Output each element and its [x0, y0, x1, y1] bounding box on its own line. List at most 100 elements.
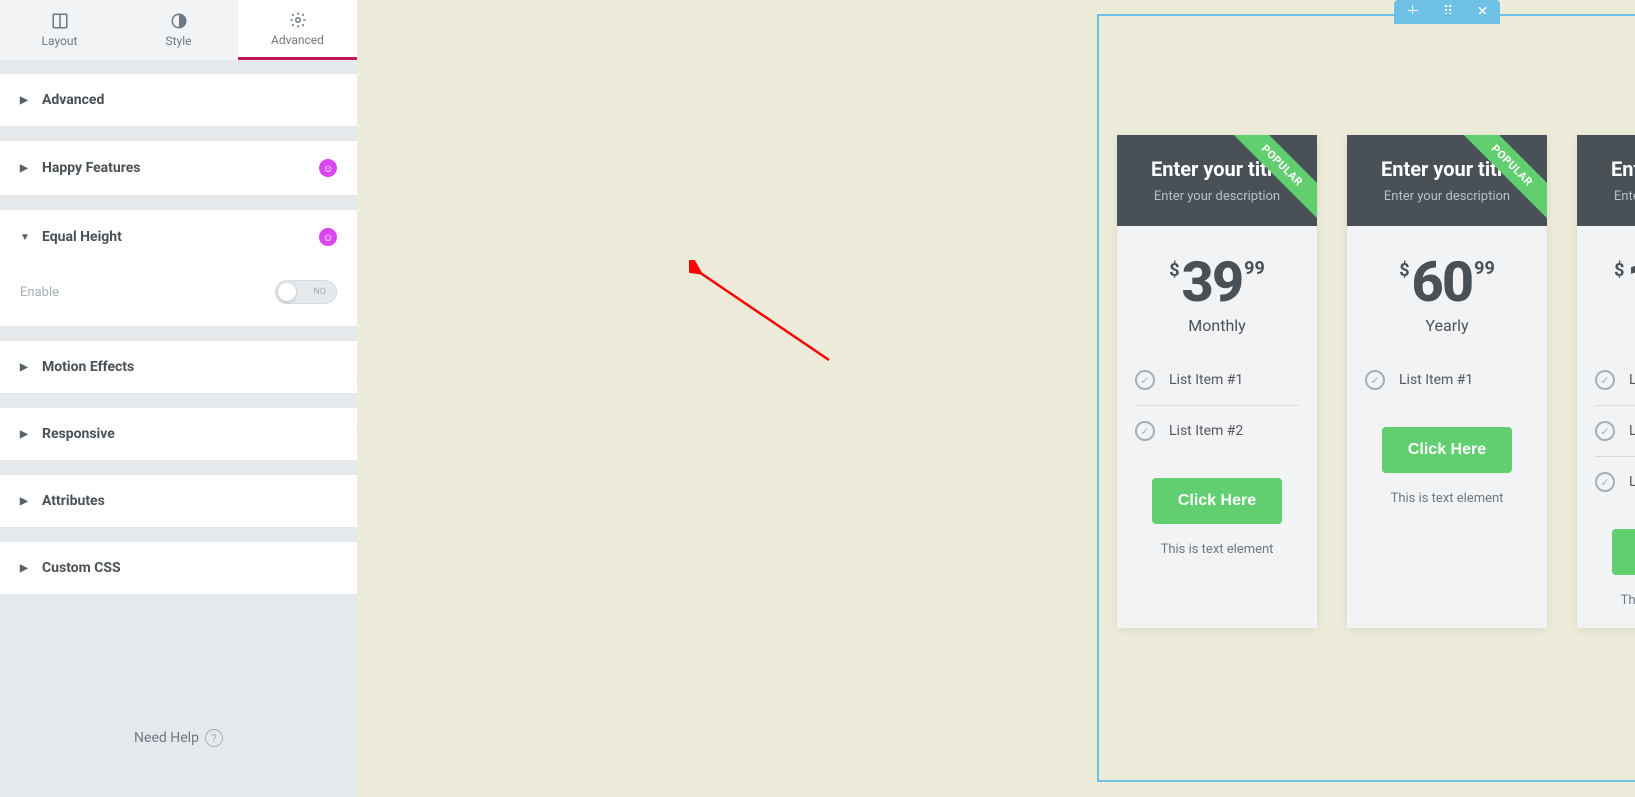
- list-item: ✓ List Item #1: [1365, 355, 1529, 405]
- card-header: POPULAR Enter your title Enter your desc…: [1347, 135, 1547, 226]
- feature-list: ✓ List Item #1 ✓ List Item #2 ✓ List Ite…: [1577, 355, 1635, 507]
- pricing-card[interactable]: POPULAR Enter your title Enter your desc…: [1117, 135, 1317, 628]
- price-block: $ 60 99 Yearly: [1347, 226, 1547, 355]
- price-period: Life Time: [1587, 316, 1635, 335]
- price: 60: [1412, 254, 1473, 310]
- section-equal-height-title: Equal Height: [42, 229, 122, 245]
- card-description: Enter your description: [1357, 189, 1537, 204]
- price-cents: 99: [1474, 258, 1495, 279]
- check-icon: ✓: [1135, 421, 1155, 441]
- card-footer-text: This is text element: [1117, 538, 1317, 577]
- feature-text: List Item #1: [1399, 372, 1473, 388]
- feature-text: List Item #1: [1169, 372, 1243, 388]
- price-cents: 99: [1244, 258, 1265, 279]
- happy-badge: ☺: [319, 159, 337, 177]
- currency: $: [1614, 260, 1624, 281]
- help-icon: ?: [205, 729, 223, 747]
- section-equal-height-body: Enable NO: [0, 264, 357, 326]
- canvas: ＋ ⠿ ✕ POPULAR Enter your title Enter you…: [357, 0, 1635, 797]
- annotation-arrow: [689, 260, 839, 370]
- need-help[interactable]: Need Help ?: [0, 689, 357, 797]
- list-item: ✓ List Item #2: [1595, 406, 1635, 457]
- feature-list: ✓ List Item #1: [1347, 355, 1547, 405]
- feature-text: List Item #3: [1629, 474, 1635, 490]
- panel-tabs: Layout Style Advanced: [0, 0, 357, 60]
- caret-right-icon: ▶: [20, 429, 30, 440]
- card-footer-text: This is text element: [1577, 589, 1635, 628]
- check-icon: ✓: [1365, 370, 1385, 390]
- section-advanced-title: Advanced: [42, 92, 104, 108]
- card-cta-button[interactable]: Click Here: [1612, 529, 1635, 575]
- price-block: $ 100 99 Life Time: [1577, 226, 1635, 355]
- caret-down-icon: ▼: [20, 232, 30, 243]
- list-item: ✓ List Item #3: [1595, 457, 1635, 507]
- pricing-card[interactable]: POPULAR Enter your title Enter your desc…: [1347, 135, 1547, 628]
- caret-right-icon: ▶: [20, 163, 30, 174]
- card-header: POPULAR Enter your title Enter your desc…: [1117, 135, 1317, 226]
- feature-text: List Item #2: [1629, 423, 1635, 439]
- happy-icon: ☺: [319, 159, 337, 177]
- card-description: Enter your description: [1127, 189, 1307, 204]
- section-advanced: ▶ Advanced: [0, 74, 357, 127]
- section-happy-features-title: Happy Features: [42, 160, 141, 176]
- section-happy-features-header[interactable]: ▶ Happy Features ☺: [0, 141, 357, 195]
- feature-text: List Item #2: [1169, 423, 1243, 439]
- section-attributes-header[interactable]: ▶ Attributes: [0, 475, 357, 527]
- happy-badge: ☺: [319, 228, 337, 246]
- need-help-label: Need Help: [134, 730, 199, 746]
- toggle-knob: [278, 283, 296, 301]
- section-happy-features: ▶ Happy Features ☺: [0, 141, 357, 196]
- list-item: ✓ List Item #1: [1135, 355, 1299, 406]
- tab-advanced[interactable]: Advanced: [238, 0, 357, 60]
- toggle-text: NO: [313, 287, 326, 297]
- happy-icon: ☺: [319, 228, 337, 246]
- card-cta-button[interactable]: Click Here: [1152, 478, 1282, 524]
- tab-style[interactable]: Style: [119, 0, 238, 60]
- check-icon: ✓: [1135, 370, 1155, 390]
- caret-right-icon: ▶: [20, 563, 30, 574]
- section-attributes-title: Attributes: [42, 493, 105, 509]
- feature-list: ✓ List Item #1 ✓ List Item #2: [1117, 355, 1317, 456]
- section-responsive-header[interactable]: ▶ Responsive: [0, 408, 357, 460]
- currency: $: [1169, 260, 1179, 281]
- sidebar: Layout Style Advanced ▶ Advanced ▶ Happy…: [0, 0, 357, 797]
- section-attributes: ▶ Attributes: [0, 475, 357, 528]
- caret-right-icon: ▶: [20, 496, 30, 507]
- section-equal-height-header[interactable]: ▼ Equal Height ☺: [0, 210, 357, 264]
- section-custom-css: ▶ Custom CSS: [0, 542, 357, 595]
- enable-toggle[interactable]: NO: [275, 280, 337, 304]
- section-equal-height: ▼ Equal Height ☺ Enable NO: [0, 210, 357, 327]
- section-responsive: ▶ Responsive: [0, 408, 357, 461]
- pricing-card[interactable]: POPULAR Enter your title Enter your desc…: [1577, 135, 1635, 628]
- check-icon: ✓: [1595, 370, 1615, 390]
- price-block: $ 39 99 Monthly: [1117, 226, 1317, 355]
- layout-icon: [51, 12, 69, 30]
- card-description: Enter your description: [1587, 189, 1635, 204]
- pricing-cards-row: POPULAR Enter your title Enter your desc…: [1117, 135, 1635, 628]
- card-title: Enter your title: [1587, 157, 1635, 181]
- check-icon: ✓: [1595, 421, 1615, 441]
- card-cta-button[interactable]: Click Here: [1382, 427, 1512, 473]
- section-advanced-header[interactable]: ▶ Advanced: [0, 74, 357, 126]
- feature-text: List Item #1: [1629, 372, 1635, 388]
- gear-icon: [289, 11, 307, 29]
- section-custom-css-title: Custom CSS: [42, 560, 121, 576]
- section-motion-effects-title: Motion Effects: [42, 359, 134, 375]
- tab-layout-label: Layout: [42, 34, 78, 48]
- tab-advanced-label: Advanced: [271, 33, 324, 47]
- card-header: POPULAR Enter your title Enter your desc…: [1577, 135, 1635, 226]
- list-item: ✓ List Item #2: [1135, 406, 1299, 456]
- style-icon: [170, 12, 188, 30]
- caret-right-icon: ▶: [20, 95, 30, 106]
- check-icon: ✓: [1595, 472, 1615, 492]
- section-responsive-title: Responsive: [42, 426, 115, 442]
- card-footer-text: This is text element: [1347, 487, 1547, 526]
- section-custom-css-header[interactable]: ▶ Custom CSS: [0, 542, 357, 594]
- price-period: Yearly: [1357, 316, 1537, 335]
- enable-label: Enable: [20, 285, 59, 300]
- tab-layout[interactable]: Layout: [0, 0, 119, 60]
- section-motion-effects-header[interactable]: ▶ Motion Effects: [0, 341, 357, 393]
- price-period: Monthly: [1127, 316, 1307, 335]
- tab-style-label: Style: [165, 34, 191, 48]
- price: 100: [1626, 254, 1635, 310]
